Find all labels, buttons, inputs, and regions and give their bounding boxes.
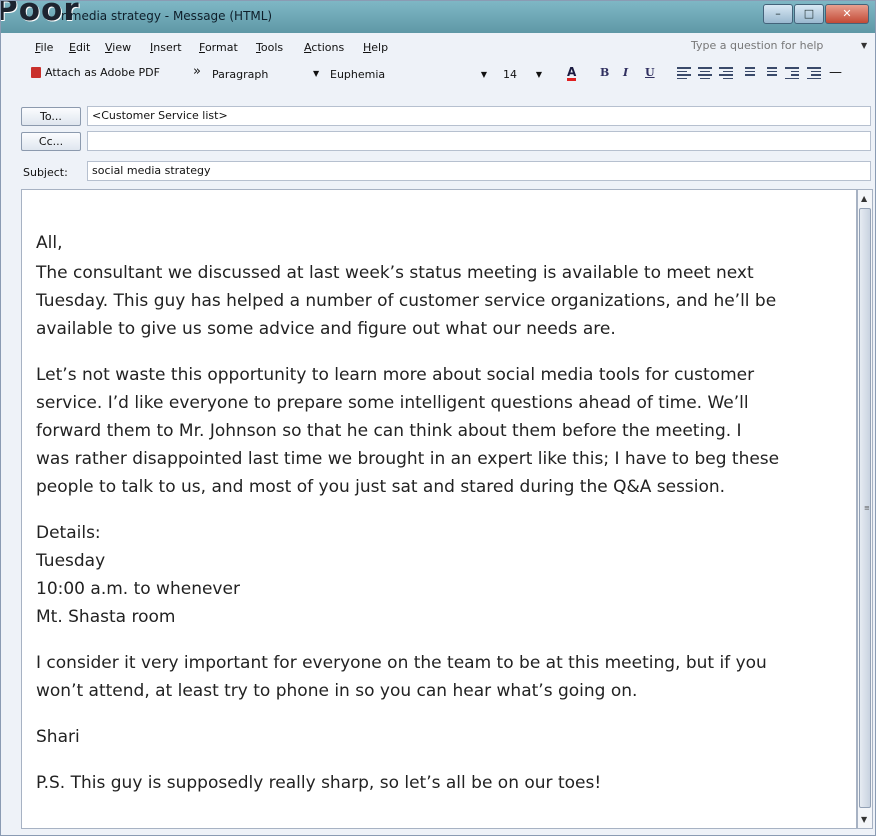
scroll-down-icon[interactable]: ▼ xyxy=(861,815,867,824)
details-line: Mt. Shasta room xyxy=(36,607,176,627)
attach-pdf-label: Attach as Adobe PDF xyxy=(45,66,160,79)
menu-edit[interactable]: Edit xyxy=(69,41,90,54)
decrease-indent-icon[interactable] xyxy=(785,67,799,79)
paragraph-1-line: available to give us some advice and fig… xyxy=(36,319,616,339)
italic-button[interactable]: I xyxy=(623,66,628,79)
font-dropdown-icon: ▼ xyxy=(480,70,487,79)
maximize-button[interactable]: □ xyxy=(794,4,824,24)
signature: Shari xyxy=(36,727,80,747)
menu-file[interactable]: File xyxy=(35,41,53,54)
align-right-icon[interactable] xyxy=(719,67,733,79)
maximize-icon: □ xyxy=(803,7,815,20)
style-value: Paragraph xyxy=(212,68,269,81)
paragraph-1-line: Tuesday. This guy has helped a number of… xyxy=(36,291,777,311)
details-line: 10:00 a.m. to whenever xyxy=(36,579,240,599)
font-size-dropdown-icon: ▼ xyxy=(535,70,542,79)
numbering-icon[interactable] xyxy=(763,67,777,79)
paragraph-3-line: I consider it very important for everyon… xyxy=(36,653,767,673)
greeting: All, xyxy=(36,233,63,253)
to-button[interactable]: To... xyxy=(21,107,81,126)
paragraph-1-line: The consultant we discussed at last week… xyxy=(36,263,754,283)
style-combo[interactable]: Paragraph xyxy=(207,66,303,84)
menu-actions[interactable]: Actions xyxy=(304,41,344,54)
message-window: Poor r media strategy - Message (HTML) –… xyxy=(0,0,876,836)
to-field[interactable]: <Customer Service list> xyxy=(87,106,871,126)
font-value: Euphemia xyxy=(330,68,386,81)
underline-button[interactable]: U xyxy=(645,66,655,79)
menu-tools[interactable]: Tools xyxy=(256,41,283,54)
close-button[interactable]: ✕ xyxy=(825,4,869,24)
window-controls: – □ ✕ xyxy=(762,4,869,24)
bullets-icon[interactable] xyxy=(741,67,755,79)
bold-button[interactable]: B xyxy=(600,66,609,79)
close-icon: ✕ xyxy=(842,7,852,20)
paragraph-2-line: was rather disappointed last time we bro… xyxy=(36,449,780,469)
paragraph-3-line: won’t attend, at least try to phone in s… xyxy=(36,681,638,701)
details-line: Details: xyxy=(36,523,101,543)
grip-icon: ≡ xyxy=(864,504,870,512)
subject-label: Subject: xyxy=(23,166,68,179)
font-size-value: 14 xyxy=(503,68,517,81)
menu-insert[interactable]: Insert xyxy=(150,41,182,54)
style-dropdown-icon[interactable]: ▼ xyxy=(313,69,319,78)
cc-button[interactable]: Cc... xyxy=(21,132,81,151)
font-color-button[interactable]: A xyxy=(567,66,577,81)
toolbar-overflow-button[interactable]: » xyxy=(193,64,201,79)
menu-format[interactable]: Format xyxy=(199,41,238,54)
cc-field[interactable] xyxy=(87,131,871,151)
help-dropdown-icon[interactable]: ▼ xyxy=(861,41,867,50)
window-title: r media strategy - Message (HTML) xyxy=(61,9,273,23)
paragraph-2-line: service. I’d like everyone to prepare so… xyxy=(36,393,749,413)
details-line: Tuesday xyxy=(36,551,106,571)
help-search-box[interactable]: Type a question for help xyxy=(691,39,841,57)
minimize-icon: – xyxy=(775,7,781,20)
scroll-thumb[interactable]: ≡ xyxy=(859,208,871,808)
vertical-scrollbar[interactable]: ▲ ≡ ▼ xyxy=(857,189,873,829)
font-combo[interactable]: Euphemia ▼ xyxy=(325,66,491,84)
scroll-up-icon[interactable]: ▲ xyxy=(861,194,867,203)
paragraph-2-line: forward them to Mr. Johnson so that he c… xyxy=(36,421,742,441)
paragraph-2-line: Let’s not waste this opportunity to lear… xyxy=(36,365,755,385)
postscript: P.S. This guy is supposedly really sharp… xyxy=(36,773,602,793)
menu-help[interactable]: Help xyxy=(363,41,388,54)
increase-indent-icon[interactable] xyxy=(807,67,821,79)
paragraph-2-line: people to talk to us, and most of you ju… xyxy=(36,477,726,497)
attach-pdf-button[interactable]: Attach as Adobe PDF xyxy=(31,66,160,79)
pdf-icon xyxy=(31,67,41,78)
message-body[interactable] xyxy=(21,189,857,829)
font-size-combo[interactable]: 14 ▼ xyxy=(498,66,546,84)
title-bar: Poor r media strategy - Message (HTML) –… xyxy=(1,1,875,33)
subject-field[interactable]: social media strategy xyxy=(87,161,871,181)
align-left-icon[interactable] xyxy=(677,67,691,79)
minimize-button[interactable]: – xyxy=(763,4,793,24)
align-center-icon[interactable] xyxy=(698,67,712,79)
horizontal-line-icon[interactable]: — xyxy=(829,65,842,80)
menu-view[interactable]: View xyxy=(105,41,131,54)
